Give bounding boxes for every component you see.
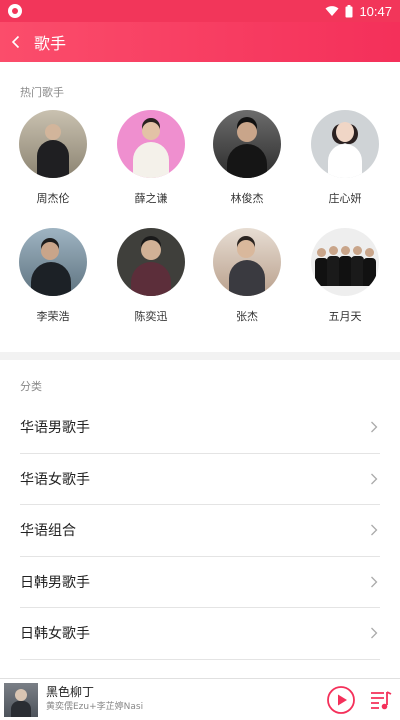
singer-avatar (19, 110, 87, 178)
singer-card[interactable]: 李荣浩 (5, 228, 101, 324)
singer-card[interactable]: 薛之谦 (103, 110, 199, 206)
back-button[interactable] (0, 22, 32, 62)
singer-name: 庄心妍 (328, 192, 362, 205)
singer-name: 李荣浩 (36, 310, 70, 323)
hot-singers-section: 热门歌手 周杰伦 薛之谦 林俊杰 庄心妍 李荣浩 陈奕迅 张杰 五月天 (0, 62, 400, 352)
singer-avatar (117, 110, 185, 178)
chevron-right-icon (371, 524, 378, 536)
mini-player[interactable]: 黑色柳丁 黄奕儒Ezu+李芷婷Nasi (0, 678, 400, 720)
singer-name: 周杰伦 (36, 192, 70, 205)
singer-card[interactable]: 林俊杰 (199, 110, 295, 206)
track-info[interactable]: 黑色柳丁 黄奕儒Ezu+李芷婷Nasi (46, 685, 143, 714)
wifi-icon (325, 6, 339, 16)
category-item-label: 日韩女歌手 (20, 626, 90, 643)
chevron-right-icon (371, 473, 378, 485)
chevron-right-icon (371, 421, 378, 433)
singer-avatar (117, 228, 185, 296)
app-notification-icon (8, 4, 22, 18)
category-item-label: 华语组合 (20, 523, 76, 540)
category-item[interactable]: 日韩女歌手 (20, 608, 380, 660)
category-item-label: 华语女歌手 (20, 471, 90, 488)
track-artist: 黄奕儒Ezu+李芷婷Nasi (46, 702, 144, 712)
hot-singers-label: 热门歌手 (20, 86, 64, 99)
singer-avatar (213, 110, 281, 178)
singer-avatar (311, 228, 379, 296)
singer-name: 林俊杰 (230, 192, 264, 205)
singer-card[interactable]: 周杰伦 (5, 110, 101, 206)
singer-card[interactable]: 张杰 (199, 228, 295, 324)
singer-card[interactable]: 五月天 (297, 228, 393, 324)
chevron-left-icon (11, 35, 20, 49)
chevron-right-icon (371, 576, 378, 588)
section-divider (0, 352, 400, 360)
singer-name: 薛之谦 (134, 192, 168, 205)
singer-card[interactable]: 陈奕迅 (103, 228, 199, 324)
battery-icon (345, 4, 353, 17)
singer-name: 五月天 (328, 310, 362, 323)
app-bar: 歌手 (0, 22, 400, 62)
category-item[interactable]: 华语组合 (20, 505, 380, 557)
category-label: 分类 (20, 380, 42, 393)
status-bar: 10:47 (0, 0, 400, 22)
category-item[interactable]: 华语女歌手 (20, 454, 380, 505)
chevron-right-icon (371, 627, 378, 639)
category-list: 华语男歌手 华语女歌手 华语组合 日韩男歌手 日韩女歌手 (0, 402, 400, 660)
playlist-button[interactable] (368, 687, 394, 713)
category-item[interactable]: 日韩男歌手 (20, 557, 380, 608)
singer-avatar (311, 110, 379, 178)
album-cover[interactable] (4, 682, 38, 717)
page-title: 歌手 (34, 34, 67, 53)
play-button[interactable] (326, 685, 356, 715)
singer-name: 张杰 (236, 310, 258, 323)
singer-avatar (213, 228, 281, 296)
category-item-label: 华语男歌手 (20, 420, 90, 437)
singer-card[interactable]: 庄心妍 (297, 110, 393, 206)
category-item-label: 日韩男歌手 (20, 574, 90, 591)
singer-name: 陈奕迅 (134, 310, 168, 323)
category-item[interactable]: 华语男歌手 (20, 402, 380, 454)
status-time: 10:47 (359, 3, 392, 19)
track-title: 黑色柳丁 (46, 685, 95, 699)
singer-avatar (19, 228, 87, 296)
category-section: 分类 华语男歌手 华语女歌手 华语组合 日韩男歌手 日韩女歌手 (0, 360, 400, 678)
